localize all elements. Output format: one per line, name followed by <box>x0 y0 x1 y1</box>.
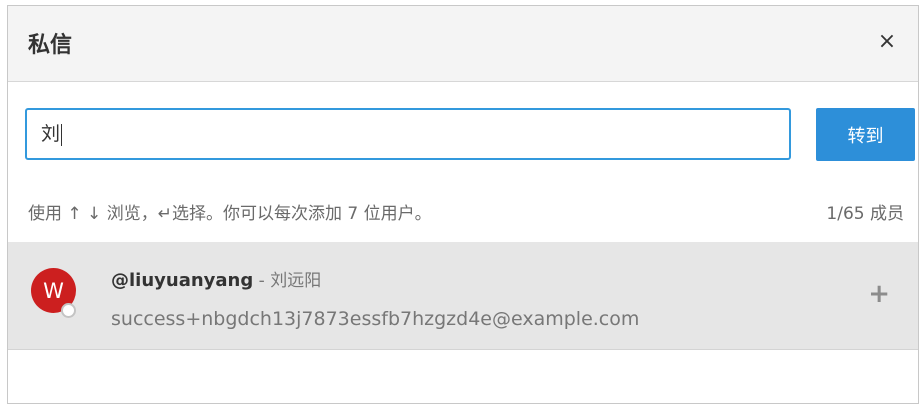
go-button[interactable]: 转到 <box>816 108 915 161</box>
dialog-title: 私信 <box>28 33 73 58</box>
direct-message-dialog: 私信 × 刘 转到 使用 ↑ ↓ 浏览，↵选择。你可以每次添加 7 位用户。 1… <box>7 5 919 404</box>
close-icon[interactable]: × <box>874 28 900 54</box>
full-name: 刘远阳 <box>270 271 322 291</box>
user-name-line: @liuyuanyang - 刘远阳 <box>111 266 321 291</box>
add-user-icon[interactable]: + <box>868 281 890 307</box>
status-offline-icon <box>61 303 76 318</box>
search-input-value: 刘 <box>41 123 61 145</box>
dialog-header: 私信 × <box>8 6 918 82</box>
user-search-input[interactable]: 刘 <box>25 108 791 160</box>
user-result-item[interactable]: W @liuyuanyang - 刘远阳 success+nbgdch13j78… <box>8 242 918 350</box>
user-email: success+nbgdch13j7873essfb7hzgzd4e@examp… <box>111 308 640 330</box>
text-caret <box>61 123 63 146</box>
member-count: 1/65 成员 <box>826 204 904 224</box>
navigation-hint: 使用 ↑ ↓ 浏览，↵选择。你可以每次添加 7 位用户。 <box>28 204 432 224</box>
name-separator: - <box>253 271 271 291</box>
username: @liuyuanyang <box>111 270 254 291</box>
search-row: 刘 转到 <box>25 108 915 162</box>
